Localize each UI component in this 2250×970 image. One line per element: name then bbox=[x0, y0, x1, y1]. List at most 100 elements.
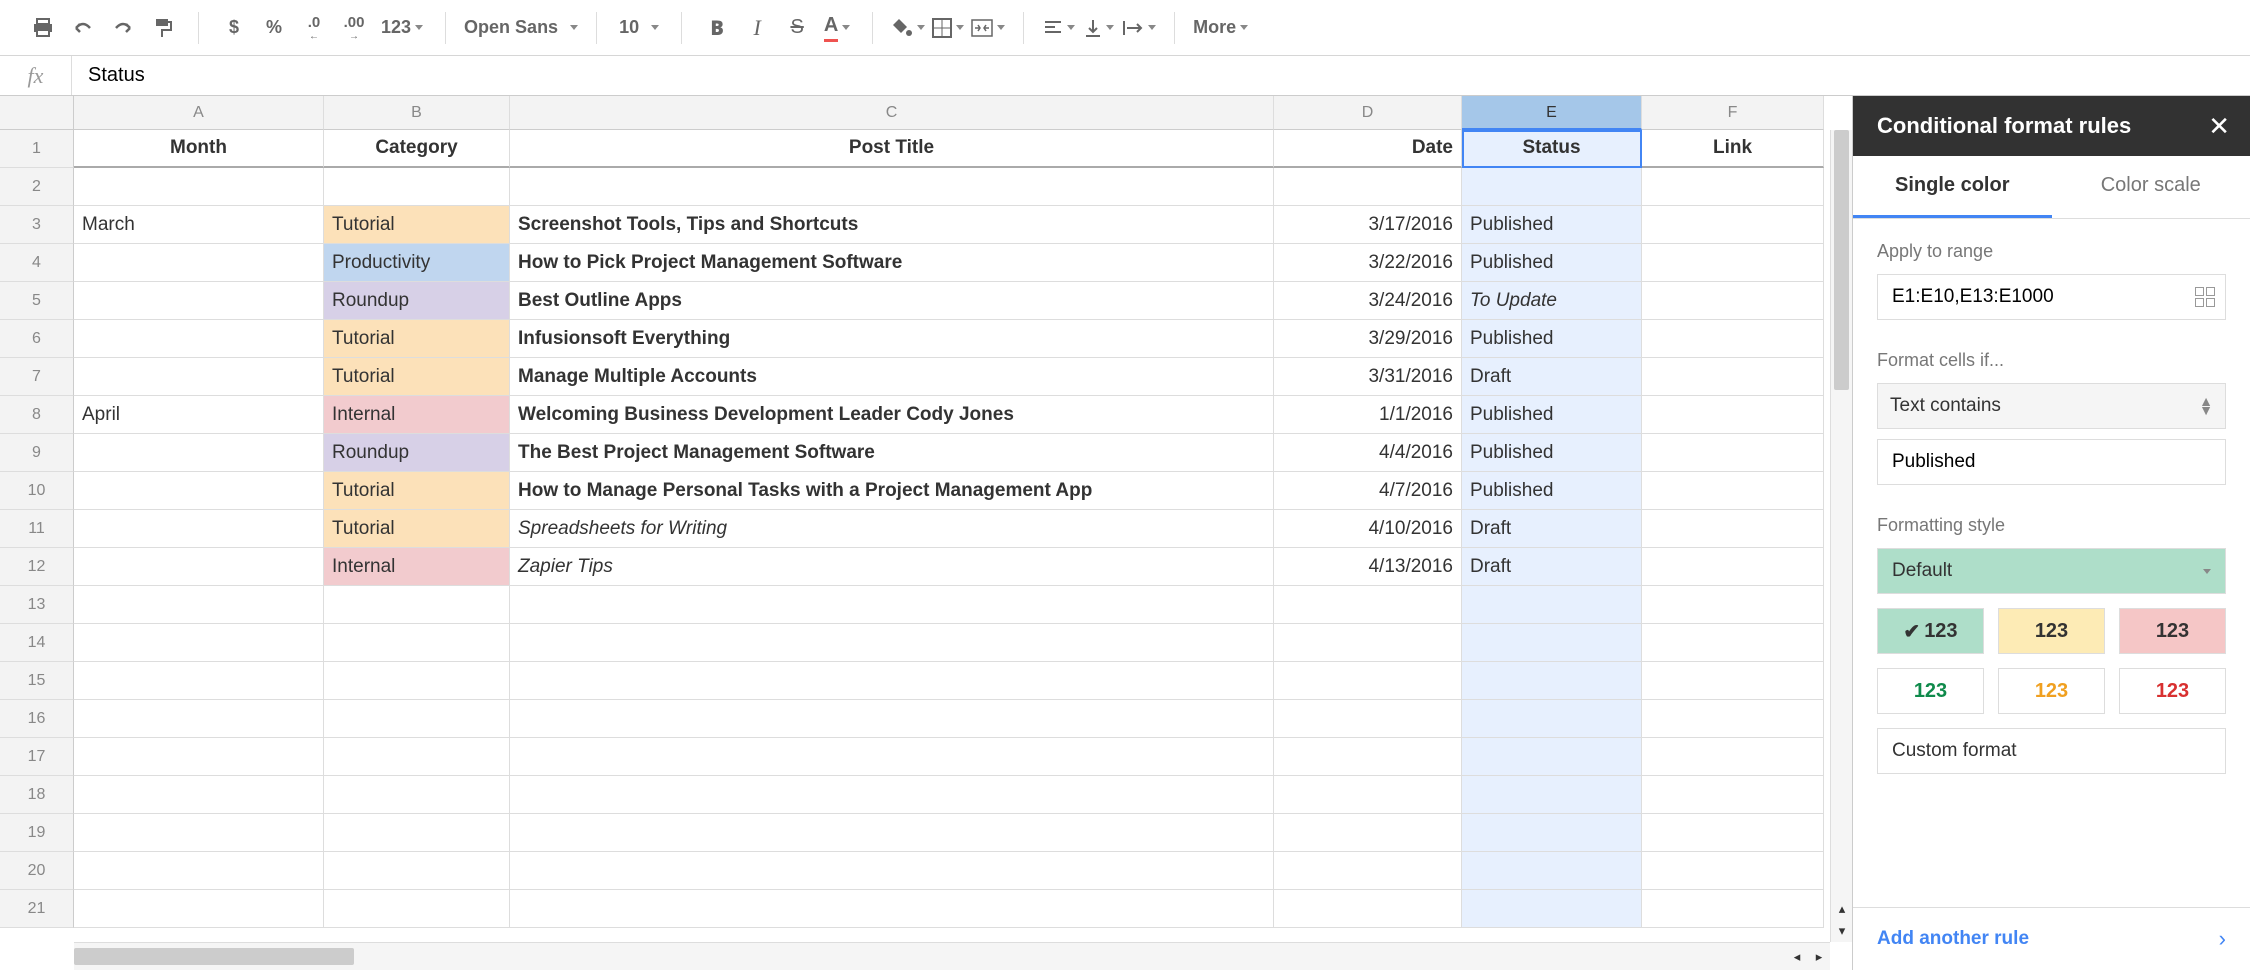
format-currency-button[interactable]: $ bbox=[215, 9, 253, 47]
cell[interactable]: Zapier Tips bbox=[510, 548, 1274, 586]
print-button[interactable] bbox=[24, 9, 62, 47]
cell[interactable]: To Update bbox=[1462, 282, 1642, 320]
cell[interactable] bbox=[1642, 168, 1824, 206]
cell[interactable] bbox=[324, 814, 510, 852]
row-header[interactable]: 18 bbox=[0, 776, 74, 814]
more-toolbar-button[interactable]: More bbox=[1181, 9, 1260, 47]
cell[interactable]: Productivity bbox=[324, 244, 510, 282]
cell[interactable] bbox=[74, 548, 324, 586]
cell[interactable]: 4/10/2016 bbox=[1274, 510, 1462, 548]
cell[interactable]: Date bbox=[1274, 130, 1462, 168]
cell[interactable] bbox=[1642, 434, 1824, 472]
cell[interactable] bbox=[1642, 586, 1824, 624]
cell[interactable] bbox=[324, 852, 510, 890]
cell[interactable] bbox=[324, 586, 510, 624]
column-header-C[interactable]: C bbox=[510, 96, 1274, 130]
row-header[interactable]: 20 bbox=[0, 852, 74, 890]
cell[interactable] bbox=[1642, 510, 1824, 548]
cell[interactable]: Published bbox=[1462, 396, 1642, 434]
cell[interactable]: Published bbox=[1462, 320, 1642, 358]
cell[interactable] bbox=[1642, 282, 1824, 320]
row-header[interactable]: 4 bbox=[0, 244, 74, 282]
cell[interactable] bbox=[324, 890, 510, 928]
font-family-select[interactable]: Open Sans bbox=[452, 17, 590, 38]
column-header-F[interactable]: F bbox=[1642, 96, 1824, 130]
cell[interactable]: How to Pick Project Management Software bbox=[510, 244, 1274, 282]
cell[interactable] bbox=[510, 814, 1274, 852]
scroll-down-icon[interactable]: ▾ bbox=[1831, 920, 1852, 942]
cell[interactable]: 1/1/2016 bbox=[1274, 396, 1462, 434]
bold-button[interactable]: B bbox=[698, 9, 736, 47]
cell[interactable]: 4/4/2016 bbox=[1274, 434, 1462, 472]
cell[interactable] bbox=[1462, 776, 1642, 814]
redo-button[interactable] bbox=[104, 9, 142, 47]
cell[interactable] bbox=[324, 738, 510, 776]
cell[interactable] bbox=[1462, 624, 1642, 662]
vertical-scroll-thumb[interactable] bbox=[1834, 130, 1849, 390]
cell[interactable]: Infusionsoft Everything bbox=[510, 320, 1274, 358]
cell[interactable] bbox=[510, 890, 1274, 928]
row-header[interactable]: 16 bbox=[0, 700, 74, 738]
cell[interactable] bbox=[1274, 890, 1462, 928]
cell[interactable]: 3/31/2016 bbox=[1274, 358, 1462, 396]
cell[interactable]: Draft bbox=[1462, 358, 1642, 396]
merge-cells-button[interactable] bbox=[969, 9, 1007, 47]
row-header[interactable]: 17 bbox=[0, 738, 74, 776]
cell[interactable]: Tutorial bbox=[324, 510, 510, 548]
spreadsheet-grid[interactable]: ABCDEF1MonthCategoryPost TitleDateStatus… bbox=[0, 96, 1852, 970]
cell[interactable]: Spreadsheets for Writing bbox=[510, 510, 1274, 548]
column-header-A[interactable]: A bbox=[74, 96, 324, 130]
column-header-B[interactable]: B bbox=[324, 96, 510, 130]
cell[interactable] bbox=[510, 624, 1274, 662]
cell[interactable] bbox=[74, 282, 324, 320]
cell[interactable]: Published bbox=[1462, 206, 1642, 244]
cell[interactable]: Draft bbox=[1462, 510, 1642, 548]
cell[interactable]: 3/22/2016 bbox=[1274, 244, 1462, 282]
row-header[interactable]: 3 bbox=[0, 206, 74, 244]
cell[interactable] bbox=[1462, 890, 1642, 928]
cell[interactable] bbox=[1462, 586, 1642, 624]
cell[interactable] bbox=[1642, 244, 1824, 282]
strikethrough-button[interactable]: S bbox=[778, 9, 816, 47]
cell[interactable]: Tutorial bbox=[324, 206, 510, 244]
cell[interactable]: The Best Project Management Software bbox=[510, 434, 1274, 472]
cell[interactable] bbox=[1462, 168, 1642, 206]
undo-button[interactable] bbox=[64, 9, 102, 47]
row-header[interactable]: 19 bbox=[0, 814, 74, 852]
cell[interactable]: April bbox=[74, 396, 324, 434]
cell[interactable]: Internal bbox=[324, 396, 510, 434]
cell[interactable] bbox=[324, 776, 510, 814]
cell[interactable] bbox=[74, 434, 324, 472]
cell[interactable] bbox=[1642, 852, 1824, 890]
row-header[interactable]: 11 bbox=[0, 510, 74, 548]
cell[interactable]: 3/17/2016 bbox=[1274, 206, 1462, 244]
cell[interactable] bbox=[510, 662, 1274, 700]
row-header[interactable]: 7 bbox=[0, 358, 74, 396]
cell[interactable] bbox=[1642, 738, 1824, 776]
style-preset-green-fill[interactable]: ✔123 bbox=[1877, 608, 1984, 654]
condition-value-input[interactable] bbox=[1877, 439, 2226, 485]
cell[interactable] bbox=[1274, 738, 1462, 776]
scroll-up-icon[interactable]: ▴ bbox=[1831, 898, 1852, 920]
cell[interactable] bbox=[1274, 586, 1462, 624]
cell[interactable] bbox=[1462, 700, 1642, 738]
cell[interactable] bbox=[1462, 662, 1642, 700]
cell[interactable] bbox=[74, 472, 324, 510]
cell[interactable] bbox=[324, 624, 510, 662]
cell[interactable] bbox=[74, 890, 324, 928]
cell[interactable] bbox=[1642, 662, 1824, 700]
cell[interactable] bbox=[1274, 852, 1462, 890]
cell[interactable] bbox=[74, 700, 324, 738]
format-percent-button[interactable]: % bbox=[255, 9, 293, 47]
cell[interactable]: Published bbox=[1462, 434, 1642, 472]
row-header[interactable]: 12 bbox=[0, 548, 74, 586]
cell[interactable] bbox=[1274, 700, 1462, 738]
text-color-button[interactable]: A bbox=[818, 9, 856, 47]
cell[interactable] bbox=[1274, 776, 1462, 814]
cell[interactable]: Link bbox=[1642, 130, 1824, 168]
cell[interactable] bbox=[1642, 472, 1824, 510]
cell[interactable]: Category bbox=[324, 130, 510, 168]
add-rule-link[interactable]: Add another rule bbox=[1877, 928, 2029, 950]
row-header[interactable]: 10 bbox=[0, 472, 74, 510]
cell[interactable] bbox=[1642, 776, 1824, 814]
